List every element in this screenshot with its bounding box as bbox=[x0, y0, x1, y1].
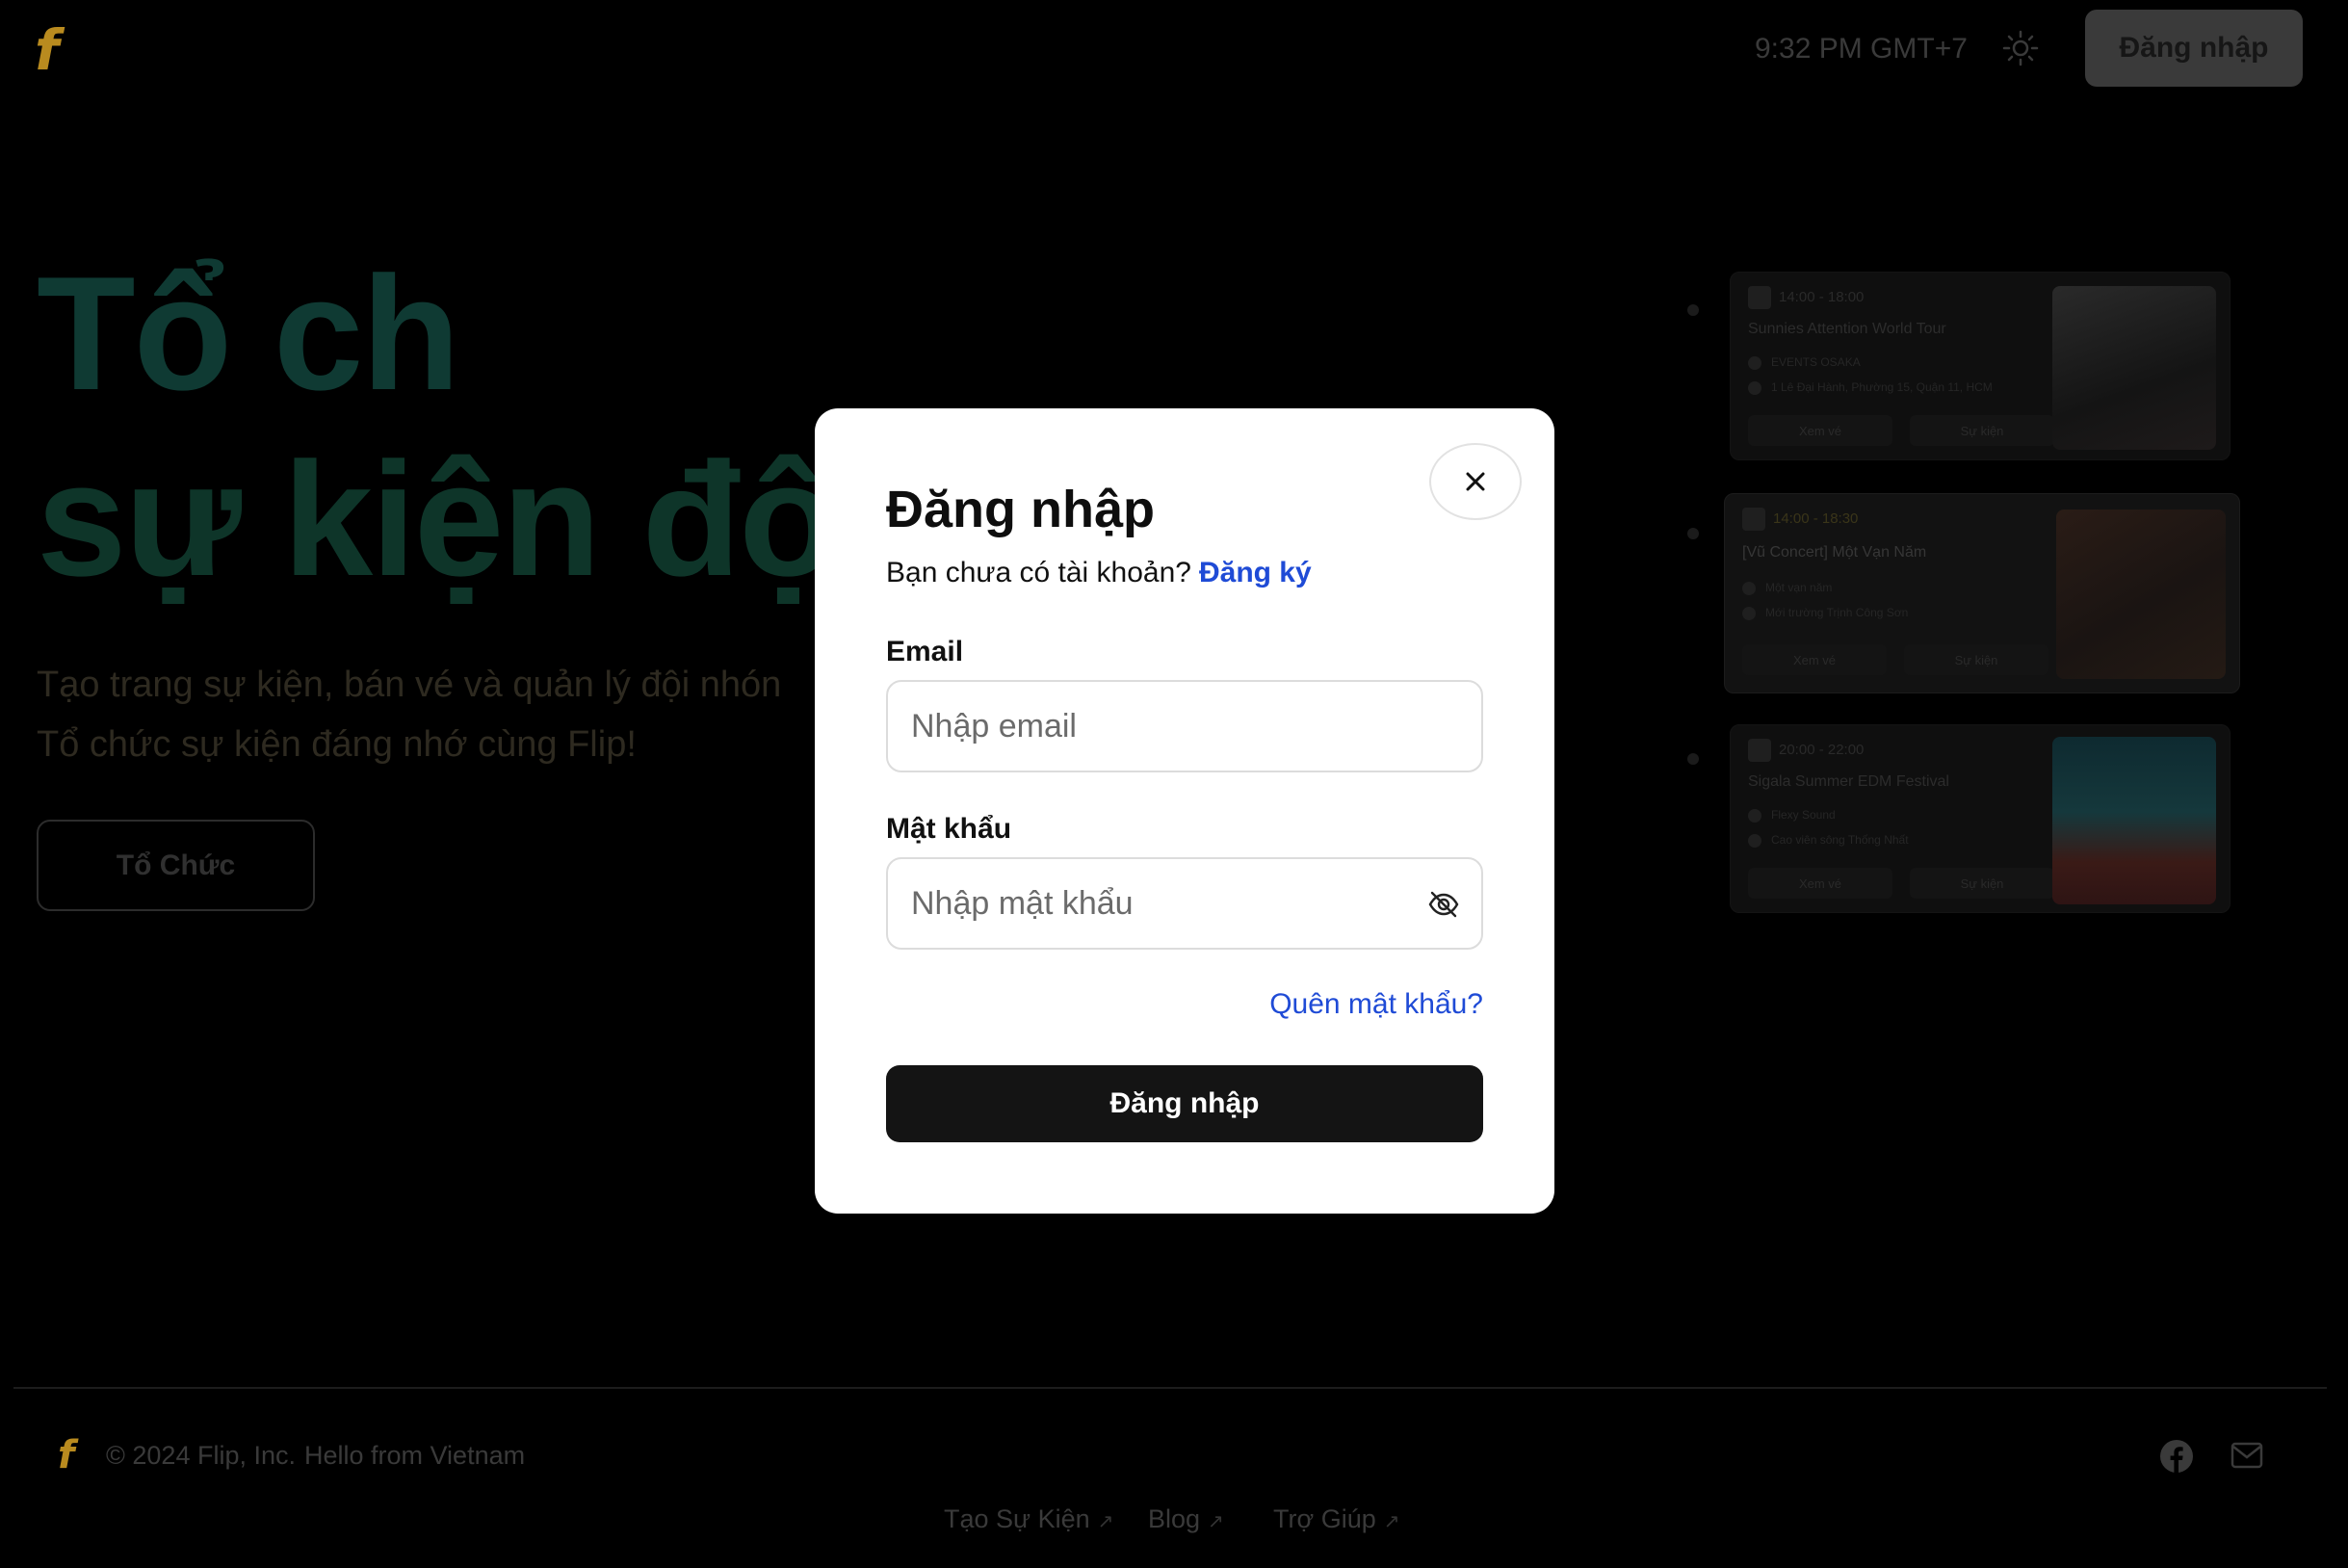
hero-subtitle-line1: Tạo trang sự kiện, bán vé và quản lý đội… bbox=[37, 665, 782, 705]
event-organizer: Flexy Sound bbox=[1748, 808, 1836, 823]
external-link-icon: ↗ bbox=[1097, 1511, 1114, 1532]
no-account-text: Bạn chưa có tài khoản? bbox=[886, 557, 1191, 588]
event-location: Mới trường Trịnh Công Sơn bbox=[1742, 606, 1908, 620]
copyright-text: © 2024 Flip, Inc. bbox=[106, 1441, 296, 1470]
external-link-icon: ↗ bbox=[1208, 1511, 1224, 1532]
event-detail-button[interactable]: Sự kiện bbox=[1910, 415, 2054, 446]
event-time: 20:00 - 22:00 bbox=[1748, 739, 1864, 762]
hero-subtitle-line2: Tổ chức sự kiện đáng nhớ cùng Flip! bbox=[37, 724, 637, 765]
flip-logo[interactable]: f bbox=[35, 17, 59, 83]
footer-link-create-event[interactable]: Tạo Sự Kiện ↗ bbox=[944, 1504, 1113, 1534]
timeline-dot bbox=[1687, 304, 1699, 316]
login-modal: Đăng nhập Bạn chưa có tài khoản? Đăng ký … bbox=[815, 408, 1554, 1214]
event-organizer: Một vạn năm bbox=[1742, 581, 1832, 595]
footer-logo[interactable]: f bbox=[58, 1433, 74, 1477]
view-ticket-button[interactable]: Xem vé bbox=[1748, 415, 1892, 446]
external-link-icon: ↗ bbox=[1383, 1511, 1400, 1532]
close-icon bbox=[1466, 472, 1485, 491]
forgot-password-link[interactable]: Quên mật khẩu? bbox=[886, 988, 1483, 1021]
hero-title-line2: sự kiện độc bbox=[37, 429, 926, 610]
event-time: 14:00 - 18:30 bbox=[1742, 508, 1858, 531]
calendar-icon bbox=[1742, 508, 1765, 531]
modal-title: Đăng nhập bbox=[886, 481, 1155, 538]
event-organizer: EVENTS OSAKA bbox=[1748, 355, 1861, 370]
event-title: [Vũ Concert] Một Vạn Năm bbox=[1742, 544, 1927, 561]
event-card[interactable]: 14:00 - 18:30 [Vũ Concert] Một Vạn Năm M… bbox=[1724, 493, 2240, 693]
signup-prompt: Bạn chưa có tài khoản? Đăng ký bbox=[886, 557, 1312, 589]
mail-icon[interactable] bbox=[2231, 1441, 2263, 1470]
event-location: Cao viên sông Thống Nhất bbox=[1748, 833, 1909, 848]
event-time: 14:00 - 18:00 bbox=[1748, 286, 1864, 309]
password-input[interactable] bbox=[911, 884, 1412, 923]
footer-divider bbox=[13, 1387, 2327, 1389]
view-ticket-button[interactable]: Xem vé bbox=[1748, 868, 1892, 899]
event-poster bbox=[2052, 737, 2216, 904]
hello-text: Hello from Vietnam bbox=[304, 1441, 526, 1470]
event-location: 1 Lê Đại Hành, Phường 15, Quận 11, HCM bbox=[1748, 380, 1993, 395]
sun-icon[interactable] bbox=[2001, 29, 2040, 67]
event-title: Sigala Summer EDM Festival bbox=[1748, 773, 1949, 790]
password-label: Mật khẩu bbox=[886, 813, 1012, 845]
hero-title-line1: Tổ ch bbox=[37, 243, 460, 424]
timeline-dot bbox=[1687, 528, 1699, 539]
header-login-button[interactable]: Đăng nhập bbox=[2085, 10, 2303, 87]
signup-link[interactable]: Đăng ký bbox=[1199, 557, 1312, 588]
event-poster bbox=[2056, 510, 2226, 679]
event-detail-button[interactable]: Sự kiện bbox=[1904, 644, 2048, 675]
email-input[interactable] bbox=[911, 707, 1412, 745]
footer-link-blog[interactable]: Blog ↗ bbox=[1148, 1504, 1224, 1534]
event-card[interactable]: 14:00 - 18:00 Sunnies Attention World To… bbox=[1730, 272, 2231, 460]
view-ticket-button[interactable]: Xem vé bbox=[1742, 644, 1887, 675]
email-field-wrapper bbox=[886, 680, 1483, 772]
email-label: Email bbox=[886, 636, 964, 667]
calendar-icon bbox=[1748, 286, 1771, 309]
close-button[interactable] bbox=[1429, 443, 1522, 520]
password-field-wrapper bbox=[886, 857, 1483, 950]
footer-link-help[interactable]: Trợ Giúp ↗ bbox=[1273, 1504, 1400, 1534]
calendar-icon bbox=[1748, 739, 1771, 762]
event-detail-button[interactable]: Sự kiện bbox=[1910, 868, 2054, 899]
header-time: 9:32 PM GMT+7 bbox=[1755, 33, 1968, 65]
login-submit-button[interactable]: Đăng nhập bbox=[886, 1065, 1483, 1142]
timeline-dot bbox=[1687, 753, 1699, 765]
organize-button[interactable]: Tổ Chức bbox=[37, 820, 315, 911]
event-poster bbox=[2052, 286, 2216, 450]
eye-off-icon[interactable] bbox=[1427, 888, 1460, 921]
page: f 9:32 PM GMT+7 Đăng nhập Tổ ch sự kiện … bbox=[0, 0, 2348, 1568]
event-title: Sunnies Attention World Tour bbox=[1748, 321, 1946, 337]
facebook-icon[interactable] bbox=[2159, 1439, 2194, 1474]
event-card[interactable]: 20:00 - 22:00 Sigala Summer EDM Festival… bbox=[1730, 724, 2231, 913]
